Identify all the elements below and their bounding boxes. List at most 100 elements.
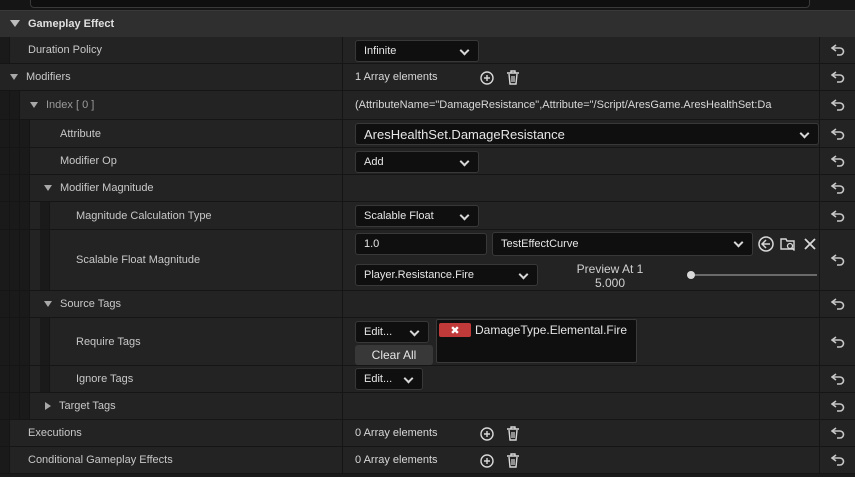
reset-button[interactable] [819,366,855,392]
property-label: Ignore Tags [76,373,134,385]
preview-slider-handle[interactable] [687,271,695,279]
reset-button[interactable] [819,420,855,446]
reset-button[interactable] [819,37,855,63]
reset-button[interactable] [819,291,855,317]
expand-arrow-icon[interactable] [10,74,18,80]
row-target-tags: Target Tags [0,393,855,420]
reset-arrow-icon [830,99,844,111]
indent-guide [40,366,50,392]
curve-table-combo[interactable]: TestEffectCurve [492,232,753,256]
reset-button[interactable] [819,120,855,147]
combo-value: Edit... [364,326,393,338]
indent-guide [0,120,10,147]
indent-guide [10,175,20,201]
indent-guide [20,291,30,317]
property-label[interactable]: Modifiers [10,64,71,90]
chevron-down-icon [518,269,529,280]
combo-value: Add [364,156,384,168]
clear-elements-button[interactable] [505,452,521,468]
indent-guide [20,120,30,147]
property-value: 1.0 TestEffectCurve Player.Resistance.Fi… [342,230,819,290]
indent-guide [20,366,30,392]
plus-circle-icon [480,427,494,441]
collapse-arrow-icon[interactable] [45,402,51,410]
require-tags-edit-button[interactable]: Edit... [355,321,429,343]
reset-button[interactable] [819,230,855,290]
property-label[interactable]: Modifier Magnitude [44,175,154,201]
tag-chip: ✖ DamageType.Elemental.Fire [439,323,627,337]
clear-elements-button[interactable] [505,69,521,85]
property-label: Modifier Op [60,155,117,167]
reset-button[interactable] [819,64,855,90]
reset-arrow-icon [830,400,844,412]
indent-guide [20,148,30,174]
ignore-tags-edit-button[interactable]: Edit... [355,368,423,390]
indent-guide [20,393,30,419]
reset-button[interactable] [819,175,855,201]
property-label[interactable]: Source Tags [44,291,121,317]
magnitude-value-input[interactable]: 1.0 [355,233,487,255]
add-element-button[interactable] [479,453,495,469]
section-title: Gameplay Effect [28,18,115,30]
clear-all-button[interactable]: Clear All [355,345,433,365]
folder-search-icon [780,238,795,251]
indent-guide [20,202,30,229]
reset-arrow-icon [830,427,844,439]
reset-button[interactable] [819,148,855,174]
reset-button[interactable] [819,393,855,419]
chevron-down-icon [459,210,470,221]
property-label: Conditional Gameplay Effects [28,454,173,466]
details-panel: Duration Policy Infinite Modifiers 1 Arr… [0,37,855,477]
duration-policy-combo[interactable]: Infinite [355,40,479,62]
expand-arrow-icon[interactable] [10,20,20,27]
struct-summary: (AttributeName="DamageResistance",Attrib… [355,99,772,111]
reset-arrow-icon [830,254,844,266]
browse-button[interactable] [780,236,796,252]
property-label: Scalable Float Magnitude [76,254,201,266]
expand-arrow-icon[interactable] [44,301,52,307]
expand-arrow-icon[interactable] [30,102,38,108]
modifiers-label: Modifiers [26,71,71,83]
indent-guide [10,148,20,174]
chevron-down-icon [459,156,470,167]
section-header-gameplay-effect[interactable]: Gameplay Effect [0,10,855,37]
indent-guide [10,366,20,392]
array-count: 0 Array elements [355,454,438,466]
property-label: Magnitude Calculation Type [76,209,212,222]
row-duration-policy: Duration Policy Infinite [0,37,855,64]
array-count: 0 Array elements [355,427,438,439]
attribute-combo[interactable]: AresHealthSet.DamageResistance [355,123,819,145]
tag-container: ✖ DamageType.Elemental.Fire [436,319,637,363]
trash-icon [507,69,519,85]
reset-button[interactable] [819,447,855,473]
search-field[interactable] [30,0,810,8]
clear-elements-button[interactable] [505,425,521,441]
chevron-down-icon [403,373,414,384]
reset-button[interactable] [819,202,855,229]
row-attribute: Attribute AresHealthSet.DamageResistance [0,120,855,148]
magnitude-calc-combo[interactable]: Scalable Float [355,205,479,227]
property-label[interactable]: Target Tags [45,393,116,419]
clear-curve-button[interactable] [802,236,818,252]
use-selected-button[interactable] [758,236,774,252]
property-value: 0 Array elements [342,420,819,446]
property-value [342,393,819,419]
reset-button[interactable] [819,318,855,365]
row-modifier-magnitude: Modifier Magnitude [0,175,855,202]
preview-slider-track[interactable] [689,274,817,276]
remove-tag-button[interactable]: ✖ [439,323,471,337]
property-label[interactable]: Index [ 0 ] [30,91,94,119]
add-element-button[interactable] [479,70,495,86]
array-count: 1 Array elements [355,71,438,83]
row-magnitude-calc-type: Magnitude Calculation Type Scalable Floa… [0,202,855,230]
add-element-button[interactable] [479,426,495,442]
indent-guide [10,318,20,365]
row-executions: Executions 0 Array elements [0,420,855,447]
expand-arrow-icon[interactable] [44,185,52,191]
indent-guide [0,447,10,473]
reset-button[interactable] [819,91,855,119]
modifier-op-combo[interactable]: Add [355,151,479,173]
combo-value: Edit... [364,373,393,385]
chevron-down-icon [799,128,810,139]
curve-row-combo[interactable]: Player.Resistance.Fire [355,264,538,286]
